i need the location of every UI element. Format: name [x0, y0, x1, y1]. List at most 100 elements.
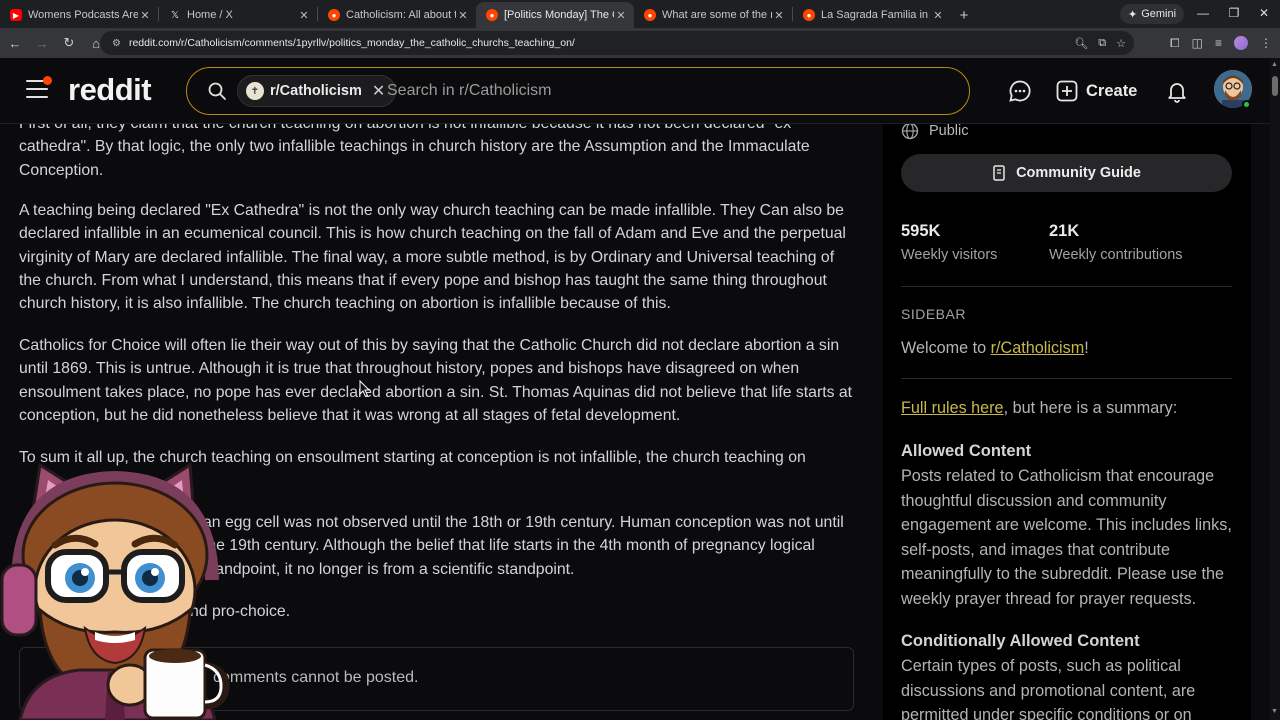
scroll-down-icon[interactable]: ▼ [1271, 708, 1278, 715]
youtube-icon: ▶ [10, 9, 22, 21]
extensions-icon[interactable]: ⧠ [1170, 36, 1180, 51]
reddit-header: reddit ✝ r/Catholicism ✕ Search in r/Cat… [0, 58, 1280, 124]
tab-title: [Politics Monday] The Catholic [504, 9, 614, 21]
gemini-label: Gemini [1141, 8, 1177, 20]
stat-label: Weekly contributions [1049, 247, 1183, 263]
chat-icon[interactable] [1008, 79, 1032, 103]
address-bar[interactable]: ⚙ reddit.com/r/Catholicism/comments/1pyr… [100, 31, 1134, 55]
restore-icon[interactable]: ❐ [1226, 6, 1242, 20]
section-text: Certain types of posts, such as politica… [901, 657, 1196, 720]
welcome-text: Welcome to r/Catholicism! [901, 336, 1241, 361]
gemini-button[interactable]: ✦ Gemini [1120, 4, 1185, 24]
profile-avatar[interactable] [1234, 36, 1248, 50]
divider [901, 378, 1232, 379]
chip-label: r/Catholicism [270, 83, 362, 99]
community-link[interactable]: r/Catholicism [991, 339, 1085, 357]
community-filter-chip[interactable]: ✝ r/Catholicism ✕ [237, 75, 397, 107]
close-icon[interactable]: ✕ [772, 9, 786, 22]
section-title: Allowed Content [901, 442, 1032, 460]
post-paragraph: A teaching being declared "Ex Cathedra" … [19, 202, 846, 313]
reload-icon[interactable]: ↻ [57, 31, 81, 55]
browser-tab[interactable]: ● La Sagrada Familia in Barcelona ✕ [793, 2, 951, 28]
zoom-icon[interactable]: 🔍︎ [1074, 37, 1088, 50]
book-icon [993, 165, 1005, 181]
close-icon[interactable]: ✕ [614, 9, 628, 22]
online-status-dot [1242, 100, 1251, 109]
community-icon: ✝ [246, 82, 264, 100]
section-text: Posts related to Catholicism that encour… [901, 467, 1232, 608]
post-paragraph: nd pro-choice. [190, 603, 291, 620]
close-icon[interactable]: ✕ [297, 9, 311, 22]
notice-text: comments cannot be posted. [213, 669, 419, 686]
tab-title: Catholicism: All about the Cath [346, 9, 456, 21]
search-icon [208, 82, 226, 100]
browser-tab[interactable]: ▶ Womens Podcasts Are A Joke ✕ [0, 2, 158, 28]
reddit-icon: ● [486, 9, 498, 21]
browser-tab-active[interactable]: ● [Politics Monday] The Catholic ✕ [476, 2, 634, 28]
sidebar-heading: SIDEBAR [901, 306, 966, 322]
stat-label: Weekly visitors [901, 247, 998, 263]
scrollbar-thumb[interactable] [1272, 76, 1278, 96]
url-text: reddit.com/r/Catholicism/comments/1pyrll… [128, 37, 575, 49]
close-icon[interactable]: ✕ [931, 9, 945, 22]
page-scrollbar[interactable]: ▲ ▼ [1270, 58, 1280, 720]
site-info-icon[interactable]: ⚙ [112, 38, 121, 49]
forward-icon[interactable]: → [30, 31, 54, 55]
browser-toolbar: ← → ↻ ⌂ ⚙ reddit.com/r/Catholicism/comme… [0, 28, 1280, 58]
stat-weekly-visitors: 595K Weekly visitors [901, 222, 997, 263]
scroll-up-icon[interactable]: ▲ [1271, 61, 1278, 68]
window-close-icon[interactable]: ✕ [1256, 6, 1272, 20]
guide-label: Community Guide [1016, 165, 1141, 181]
split-view-icon[interactable]: ◫ [1192, 36, 1203, 50]
search-placeholder: Search in r/Catholicism [387, 82, 552, 99]
stat-weekly-contributions: 21K Weekly contributions [1049, 222, 1183, 263]
close-icon[interactable]: ✕ [456, 9, 470, 22]
post-paragraph: Catholics for Choice will often lie thei… [19, 337, 853, 424]
welcome-prefix: Welcome to [901, 339, 991, 357]
search-bar[interactable]: ✝ r/Catholicism ✕ Search in r/Catholicis… [186, 67, 970, 115]
close-icon[interactable]: ✕ [138, 9, 152, 22]
browser-tab[interactable]: 𝕏 Home / X ✕ [159, 2, 317, 28]
stat-value: 21K [1049, 222, 1080, 240]
section-title: Conditionally Allowed Content [901, 632, 1140, 650]
reddit-icon: ● [803, 9, 815, 21]
browser-tab[interactable]: ● What are some of the most be ✕ [634, 2, 792, 28]
post-paragraph: First of all, they claim that the church… [19, 124, 810, 179]
minimize-icon[interactable]: — [1195, 6, 1211, 20]
tab-title: Womens Podcasts Are A Joke [28, 9, 138, 21]
tab-title: La Sagrada Familia in Barcelona [821, 9, 931, 21]
divider [901, 286, 1232, 287]
streamer-mascot-overlay [0, 462, 230, 720]
tab-title: What are some of the most be [662, 9, 772, 21]
create-button[interactable]: Create [1056, 76, 1137, 106]
reddit-icon: ● [328, 9, 340, 21]
install-app-icon[interactable]: ⧉ [1098, 37, 1106, 50]
community-sidebar: Public Community Guide 595K Weekly visit… [883, 124, 1251, 720]
notification-dot [43, 76, 52, 85]
rules-text: Full rules here, but here is a summary: [901, 396, 1241, 421]
bookmark-star-icon[interactable]: ☆ [1116, 37, 1126, 50]
post-paragraph: an egg cell was not observed until the 1… [203, 514, 844, 578]
rules-suffix: , but here is a summary: [1003, 399, 1178, 417]
welcome-suffix: ! [1084, 339, 1089, 357]
reddit-icon: ● [644, 9, 656, 21]
reddit-logo[interactable]: reddit [68, 72, 152, 108]
mouse-cursor-icon [359, 380, 371, 398]
stat-value: 595K [901, 222, 941, 240]
tab-title: Home / X [187, 9, 233, 21]
remove-filter-icon[interactable]: ✕ [372, 81, 385, 101]
hamburger-menu-icon[interactable] [26, 76, 52, 100]
full-rules-link[interactable]: Full rules here [901, 399, 1004, 417]
visibility-row: Public [901, 124, 969, 140]
new-tab-button[interactable]: + [951, 2, 977, 28]
globe-icon [901, 124, 919, 140]
menu-kebab-icon[interactable]: ⋮ [1260, 36, 1272, 50]
back-icon[interactable]: ← [3, 31, 27, 55]
reading-list-icon[interactable]: ≡ [1215, 36, 1222, 50]
visibility-label: Public [929, 124, 969, 139]
community-guide-button[interactable]: Community Guide [901, 154, 1232, 192]
browser-tab-strip: ▶ Womens Podcasts Are A Joke ✕ 𝕏 Home / … [0, 0, 1280, 28]
sparkle-icon: ✦ [1128, 8, 1138, 21]
browser-tab[interactable]: ● Catholicism: All about the Cath ✕ [318, 2, 476, 28]
bell-icon[interactable] [1165, 79, 1189, 103]
